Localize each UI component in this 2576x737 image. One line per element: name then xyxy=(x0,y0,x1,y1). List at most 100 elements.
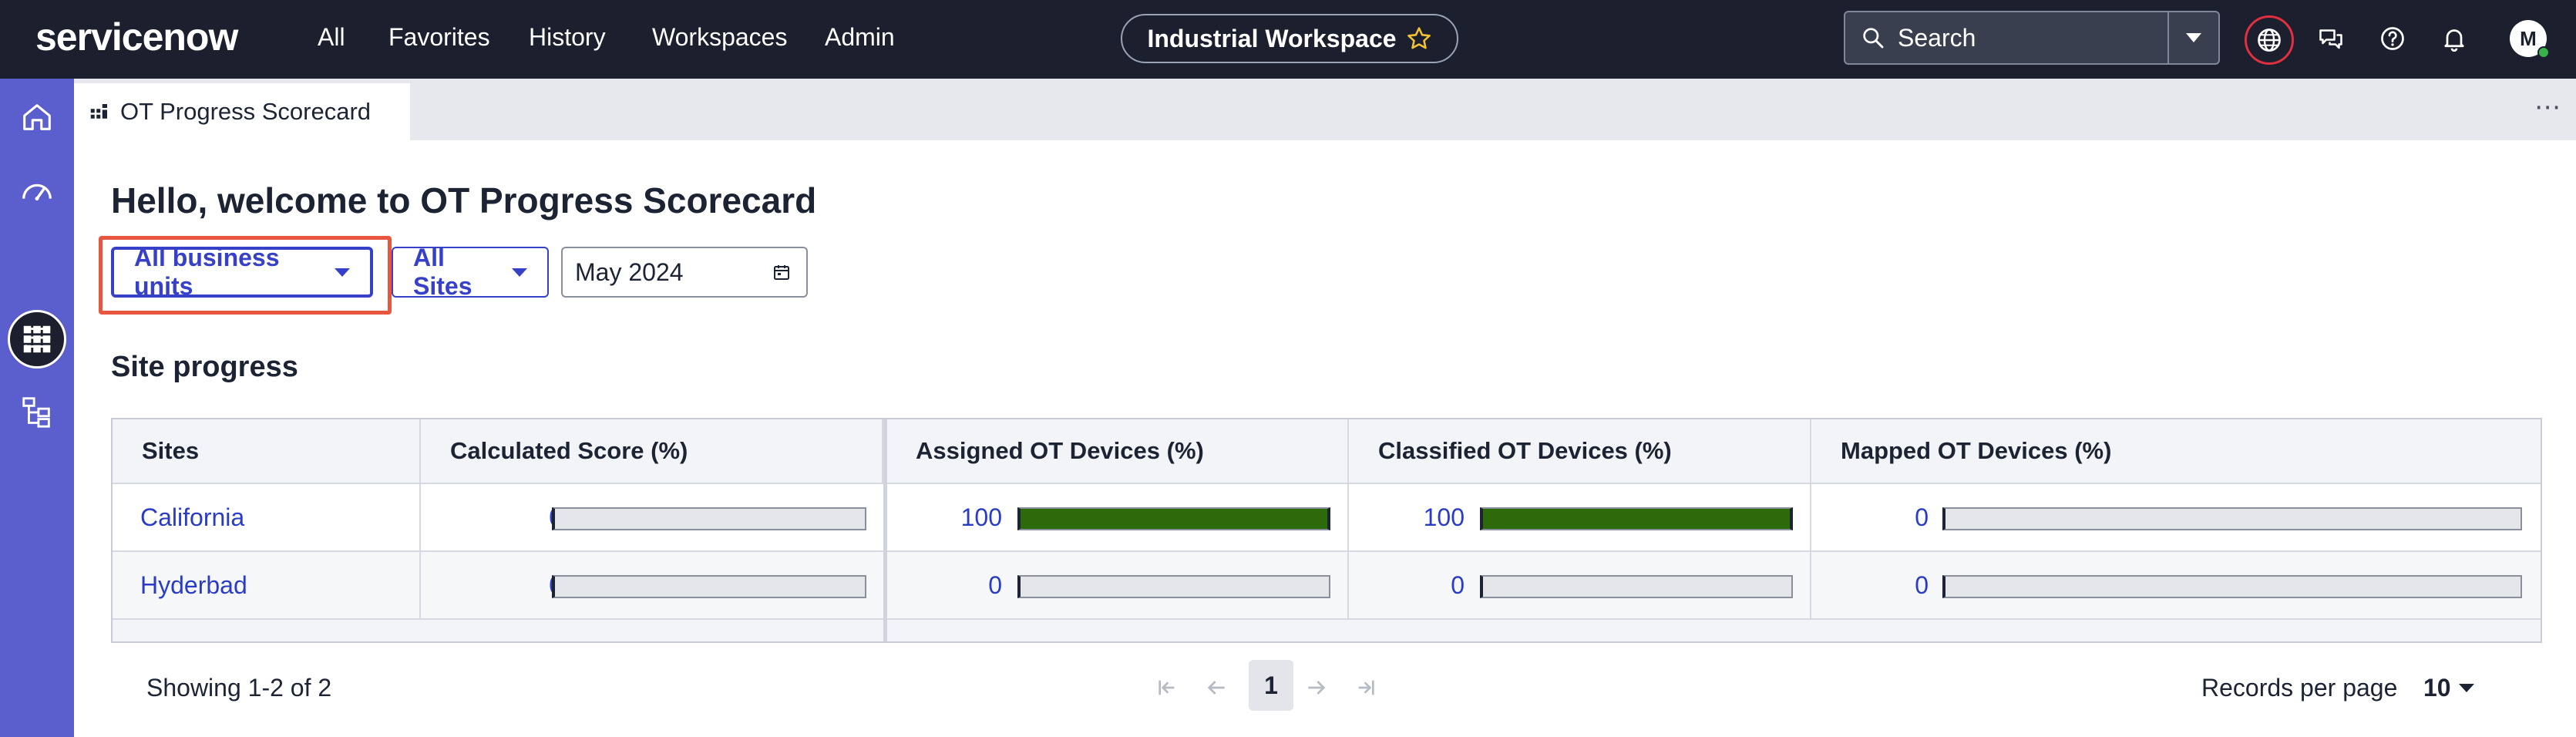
caret-down-icon xyxy=(2458,683,2474,692)
assigned-devices-cell: 100 xyxy=(886,484,1349,550)
site-progress-table: Sites Calculated Score (%) Assigned OT D… xyxy=(111,418,2542,643)
previous-page-button[interactable] xyxy=(1202,674,1230,702)
home-icon xyxy=(23,104,51,130)
search-placeholder: Search xyxy=(1898,23,1976,52)
section-title: Site progress xyxy=(111,351,298,383)
assigned-devices-value[interactable]: 100 xyxy=(961,503,1002,532)
calculated-score-bar xyxy=(552,575,866,598)
nav-favorites[interactable]: Favorites xyxy=(388,22,490,52)
table-row: Hyderbad 0 0 0 0 xyxy=(113,550,2541,618)
search-icon xyxy=(1863,28,1884,49)
notifications-button[interactable] xyxy=(2436,20,2473,57)
table-scrollbar-track[interactable] xyxy=(113,618,2541,641)
workspace-label: Industrial Workspace xyxy=(1147,24,1397,52)
sites-filter[interactable]: All Sites xyxy=(392,244,549,300)
nav-all[interactable]: All xyxy=(318,22,345,52)
records-per-page-value: 10 xyxy=(2423,674,2451,702)
chat-icon xyxy=(2319,29,2342,49)
last-page-button[interactable] xyxy=(1352,674,1380,702)
mapped-devices-cell: 0 xyxy=(1811,552,2541,618)
rail-list[interactable] xyxy=(15,316,59,359)
table-row: California 0 100 100 0 xyxy=(113,483,2541,550)
globe-button[interactable] xyxy=(2245,15,2294,65)
bar-fill xyxy=(1021,509,1327,529)
site-cell: California xyxy=(113,484,421,550)
globe-icon xyxy=(2258,29,2281,52)
sites-filter-label: All Sites xyxy=(413,244,472,300)
column-header-mapped-devices[interactable]: Mapped OT Devices (%) xyxy=(1811,419,2541,483)
classified-devices-bar xyxy=(1480,507,1793,530)
tab-ot-progress-scorecard[interactable]: OT Progress Scorecard xyxy=(74,83,410,140)
caret-down-icon xyxy=(2186,33,2201,42)
classified-devices-value[interactable]: 0 xyxy=(1451,571,1465,600)
business-units-filter[interactable]: All business units xyxy=(111,244,373,300)
help-button[interactable] xyxy=(2374,20,2411,57)
mapped-devices-bar xyxy=(1942,575,2522,598)
calculated-score-bar xyxy=(552,507,866,530)
presence-online-indicator xyxy=(2537,46,2550,59)
rail-home[interactable] xyxy=(15,96,59,139)
search-scope-dropdown[interactable] xyxy=(2167,11,2220,65)
mapped-devices-value[interactable]: 0 xyxy=(1915,571,1929,600)
calculated-score-cell: 0 xyxy=(421,552,886,618)
calculated-score-cell: 0 xyxy=(421,484,886,550)
rail-dashboards[interactable] xyxy=(15,170,59,213)
global-search-input[interactable]: Search xyxy=(1844,11,2169,65)
site-link-california[interactable]: California xyxy=(113,503,244,532)
servicenow-logo[interactable]: servicenow xyxy=(35,12,238,62)
assigned-devices-bar xyxy=(1017,575,1330,598)
first-page-button[interactable] xyxy=(1153,674,1181,702)
assigned-devices-value[interactable]: 0 xyxy=(988,571,1002,600)
tab-strip: OT Progress Scorecard ⋯ xyxy=(74,79,2576,140)
column-header-classified-devices[interactable]: Classified OT Devices (%) xyxy=(1349,419,1811,483)
column-header-sites[interactable]: Sites xyxy=(113,419,421,483)
business-units-label: All business units xyxy=(134,244,280,300)
mapped-devices-cell: 0 xyxy=(1811,484,2541,550)
classified-devices-value[interactable]: 100 xyxy=(1424,503,1465,532)
classified-devices-cell: 100 xyxy=(1349,484,1811,550)
caret-down-icon xyxy=(512,268,527,277)
date-picker-field[interactable]: May 2024 xyxy=(561,247,808,298)
site-cell: Hyderbad xyxy=(113,552,421,618)
records-per-page-select[interactable]: 10 xyxy=(2423,672,2474,703)
more-options-icon[interactable]: ⋯ xyxy=(2534,94,2562,120)
nav-history[interactable]: History xyxy=(529,22,606,52)
column-header-calculated-score[interactable]: Calculated Score (%) xyxy=(421,419,883,483)
rail-hierarchy[interactable] xyxy=(15,390,59,433)
top-navigation-bar: servicenow All Favorites History Workspa… xyxy=(0,0,2576,79)
records-summary: Showing 1-2 of 2 xyxy=(146,674,332,702)
next-page-button[interactable] xyxy=(1303,674,1330,702)
date-value: May 2024 xyxy=(575,257,684,286)
bell-icon xyxy=(2444,29,2464,52)
hierarchy-icon xyxy=(22,397,50,428)
first-page-icon xyxy=(1159,680,1175,695)
records-per-page-label: Records per page xyxy=(2201,674,2398,702)
calendar-icon[interactable] xyxy=(772,263,791,281)
arrow-left-icon xyxy=(1207,681,1225,695)
classified-devices-cell: 0 xyxy=(1349,552,1811,618)
last-page-icon xyxy=(1358,680,1374,695)
column-header-assigned-devices[interactable]: Assigned OT Devices (%) xyxy=(886,419,1349,483)
frozen-column-divider xyxy=(883,419,887,641)
nav-workspaces[interactable]: Workspaces xyxy=(652,22,787,52)
arrow-right-icon xyxy=(1308,681,1326,695)
page-title: Hello, welcome to OT Progress Scorecard xyxy=(111,180,817,220)
list-icon xyxy=(24,327,51,348)
chat-button[interactable] xyxy=(2312,20,2349,57)
bar-fill xyxy=(1483,509,1790,529)
dashboard-gauge-icon xyxy=(22,183,52,201)
dashboard-grid-icon xyxy=(90,104,107,119)
assigned-devices-cell: 0 xyxy=(886,552,1349,618)
site-link-hyderbad[interactable]: Hyderbad xyxy=(113,571,247,600)
mapped-devices-value[interactable]: 0 xyxy=(1915,503,1929,532)
help-icon xyxy=(2381,27,2404,50)
tab-label: OT Progress Scorecard xyxy=(120,98,372,125)
page-number-current[interactable]: 1 xyxy=(1249,660,1293,711)
workspace-pill[interactable]: Industrial Workspace xyxy=(1121,14,1458,63)
nav-admin[interactable]: Admin xyxy=(825,22,895,52)
mapped-devices-bar xyxy=(1942,507,2522,530)
assigned-devices-bar xyxy=(1017,507,1330,530)
caret-down-icon xyxy=(335,268,350,277)
classified-devices-bar xyxy=(1480,575,1793,598)
star-icon[interactable] xyxy=(1406,25,1432,52)
